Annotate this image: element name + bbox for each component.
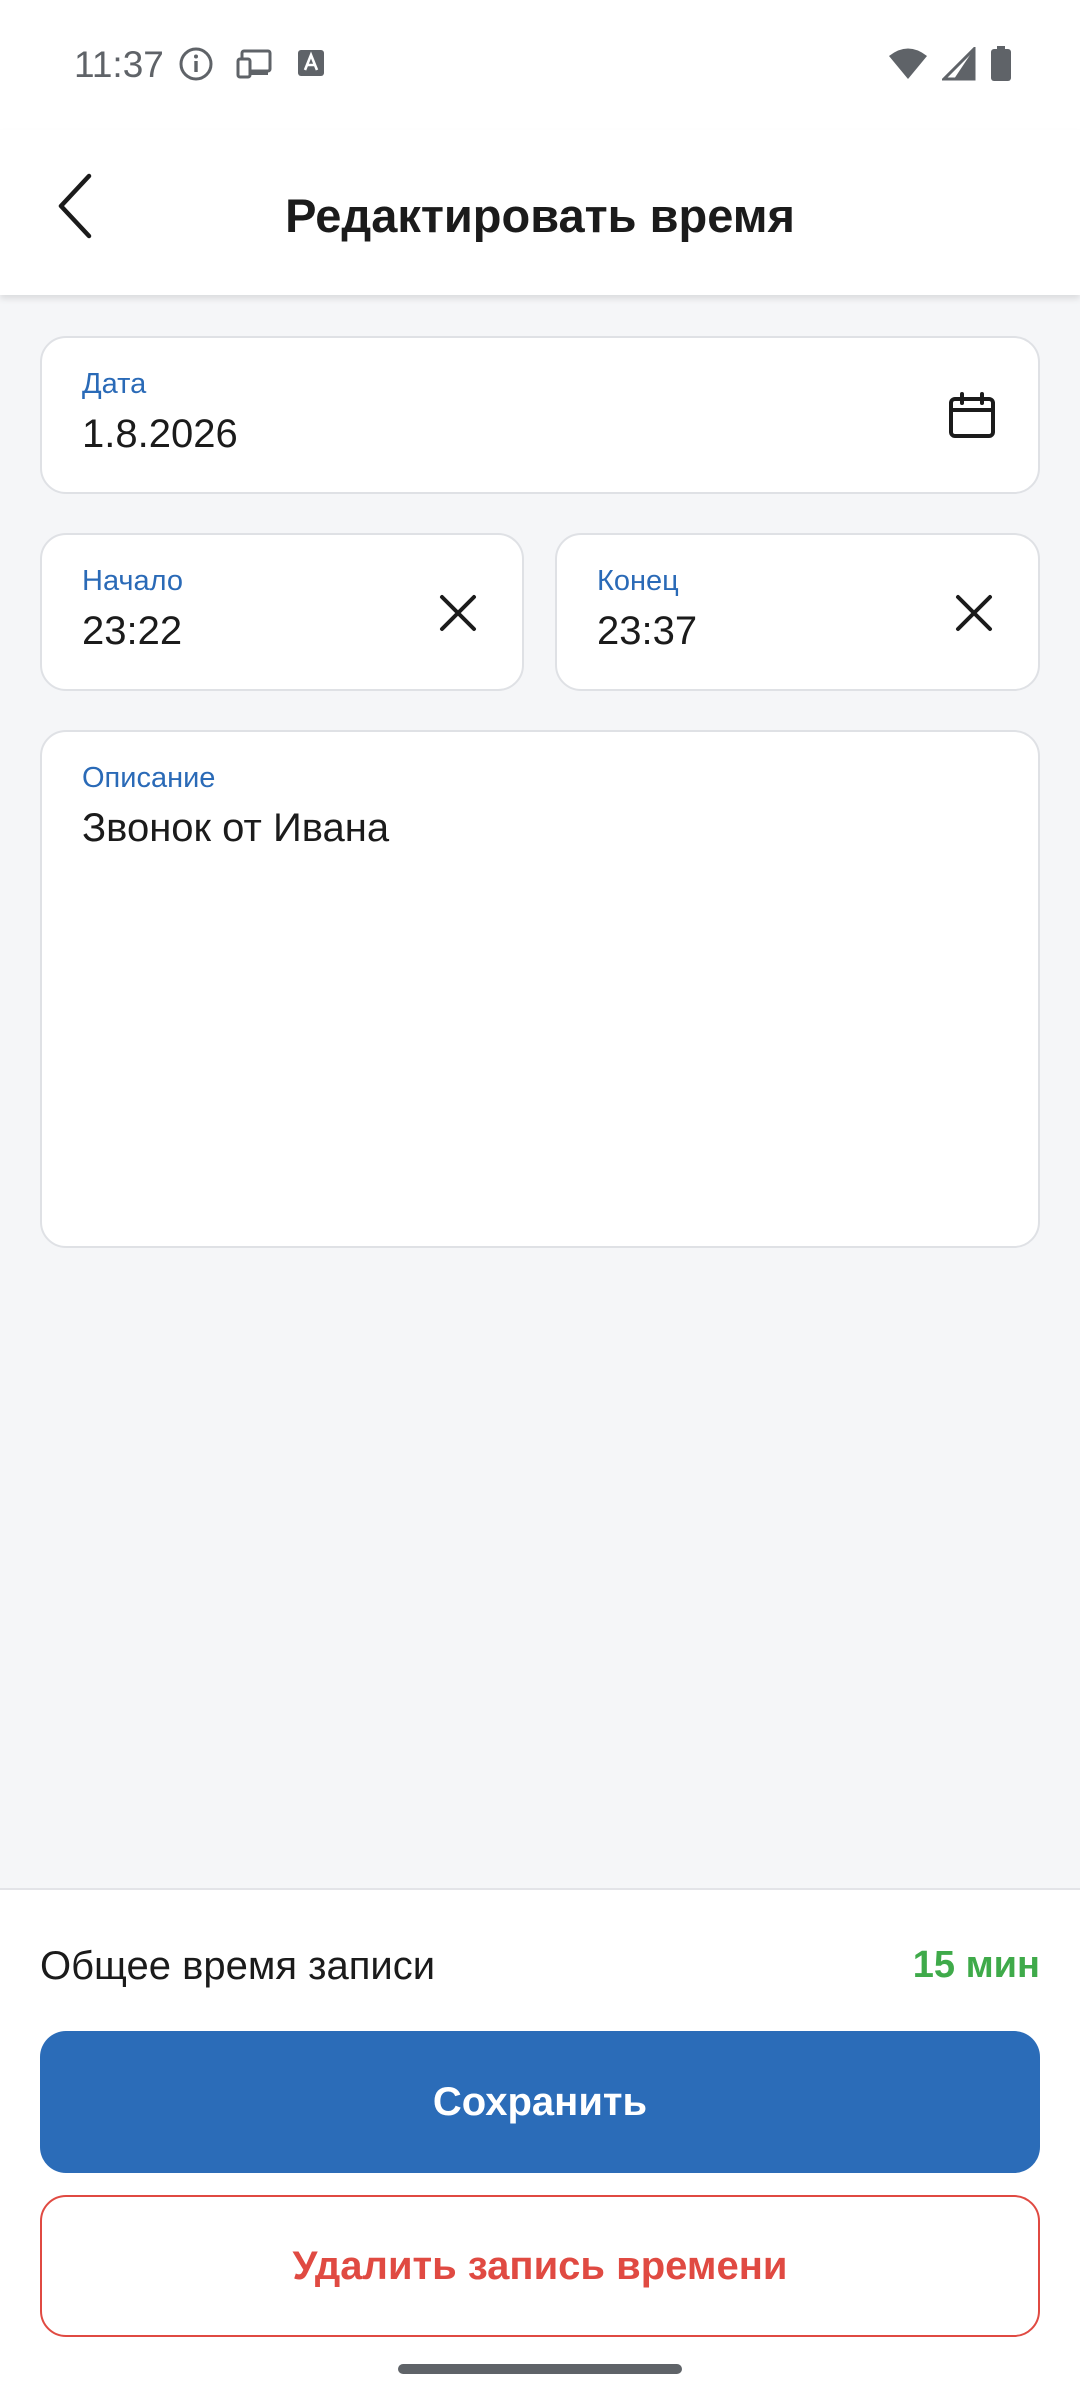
calendar-icon — [949, 392, 995, 438]
save-button[interactable]: Сохранить — [40, 2031, 1040, 2173]
wifi-icon — [888, 47, 928, 86]
cast-devices-icon — [236, 47, 274, 86]
battery-icon — [990, 46, 1012, 87]
keyboard-a-icon — [296, 48, 326, 85]
end-time-field[interactable]: Конец 23:37 — [555, 533, 1040, 691]
status-icons-left — [178, 46, 326, 87]
status-bar: 11:37 — [0, 0, 1080, 130]
clear-end-button[interactable] — [942, 581, 1006, 645]
clear-start-button[interactable] — [426, 581, 490, 645]
clear-x-icon — [440, 595, 476, 631]
bottom-panel: Общее время записи 15 мин Сохранить Удал… — [0, 1888, 1080, 2400]
total-time-label: Общее время записи — [40, 1944, 436, 1988]
start-time-field[interactable]: Начало 23:22 — [40, 533, 524, 691]
start-value: 23:22 — [82, 609, 183, 653]
app-bar: Редактировать время — [0, 130, 1080, 295]
clear-x-icon — [956, 595, 992, 631]
calendar-button[interactable] — [940, 384, 1004, 448]
start-label: Начало — [82, 565, 184, 597]
date-label: Дата — [82, 368, 147, 400]
date-value: 1.8.2026 — [82, 412, 238, 456]
total-time-value: 15 мин — [912, 1944, 1040, 1986]
cellular-signal-icon — [940, 45, 976, 86]
info-icon — [178, 46, 214, 87]
status-icons-right — [888, 45, 1012, 87]
delete-time-entry-button[interactable]: Удалить запись времени — [40, 2195, 1040, 2337]
description-field[interactable]: Описание Звонок от Ивана — [40, 730, 1040, 1248]
date-field[interactable]: Дата 1.8.2026 — [40, 336, 1040, 494]
status-time: 11:37 — [74, 44, 164, 85]
home-indicator[interactable] — [398, 2364, 682, 2374]
end-value: 23:37 — [597, 609, 698, 653]
end-label: Конец — [597, 565, 679, 597]
description-value: Звонок от Ивана — [82, 806, 390, 850]
page-title: Редактировать время — [285, 189, 795, 242]
description-label: Описание — [82, 762, 216, 794]
